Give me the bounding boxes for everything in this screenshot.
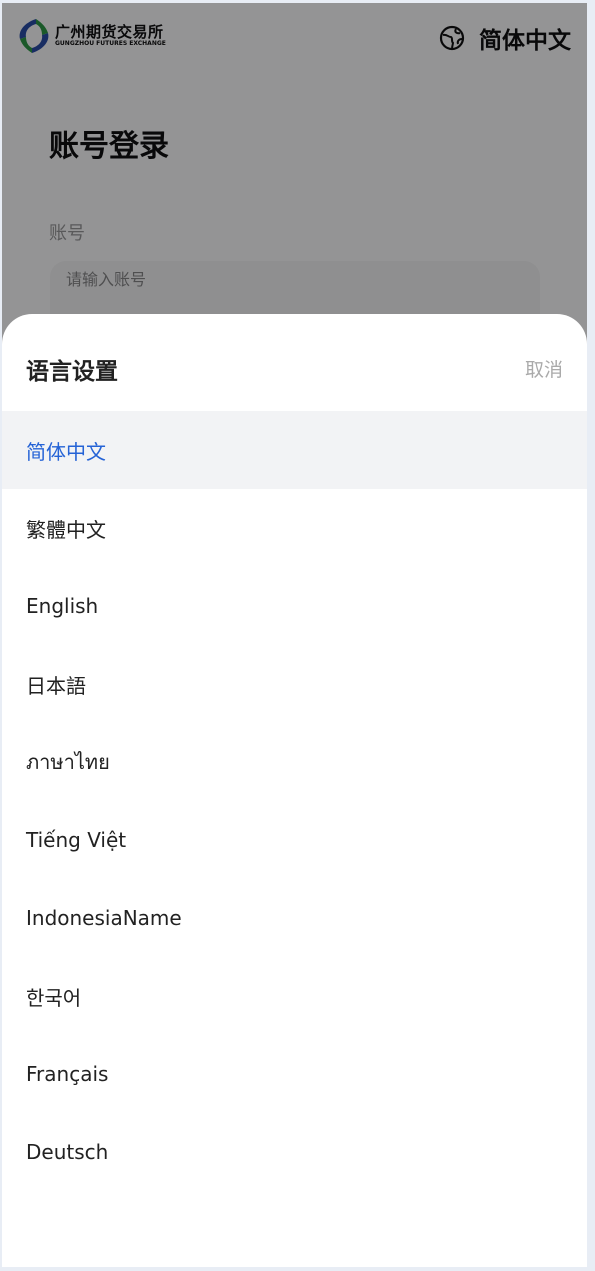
language-option[interactable]: 简体中文 bbox=[2, 411, 587, 489]
sheet-title: 语言设置 bbox=[26, 359, 118, 385]
language-option[interactable]: English bbox=[2, 567, 587, 645]
language-option[interactable]: 日本語 bbox=[2, 645, 587, 723]
language-settings-sheet: 语言设置 取消 简体中文 繁體中文 English 日本語 ภาษาไทย Tiếng V… bbox=[2, 314, 587, 1267]
cancel-button[interactable]: 取消 bbox=[525, 355, 563, 382]
language-option[interactable]: Français bbox=[2, 1035, 587, 1113]
language-list: 简体中文 繁體中文 English 日本語 ภาษาไทย Tiếng Việt Indon… bbox=[2, 411, 587, 1191]
sheet-header: 语言设置 取消 bbox=[2, 314, 587, 411]
language-option[interactable]: Tiếng Việt bbox=[2, 801, 587, 879]
language-option[interactable]: IndonesiaName bbox=[2, 879, 587, 957]
app-frame: 广州期货交易所 GUNGZHOU FUTURES EXCHANGE 简体中文 账… bbox=[2, 3, 587, 1267]
language-option[interactable]: Deutsch bbox=[2, 1113, 587, 1191]
language-option[interactable]: ภาษาไทย bbox=[2, 723, 587, 801]
language-option[interactable]: 繁體中文 bbox=[2, 489, 587, 567]
language-option[interactable]: 한국어 bbox=[2, 957, 587, 1035]
